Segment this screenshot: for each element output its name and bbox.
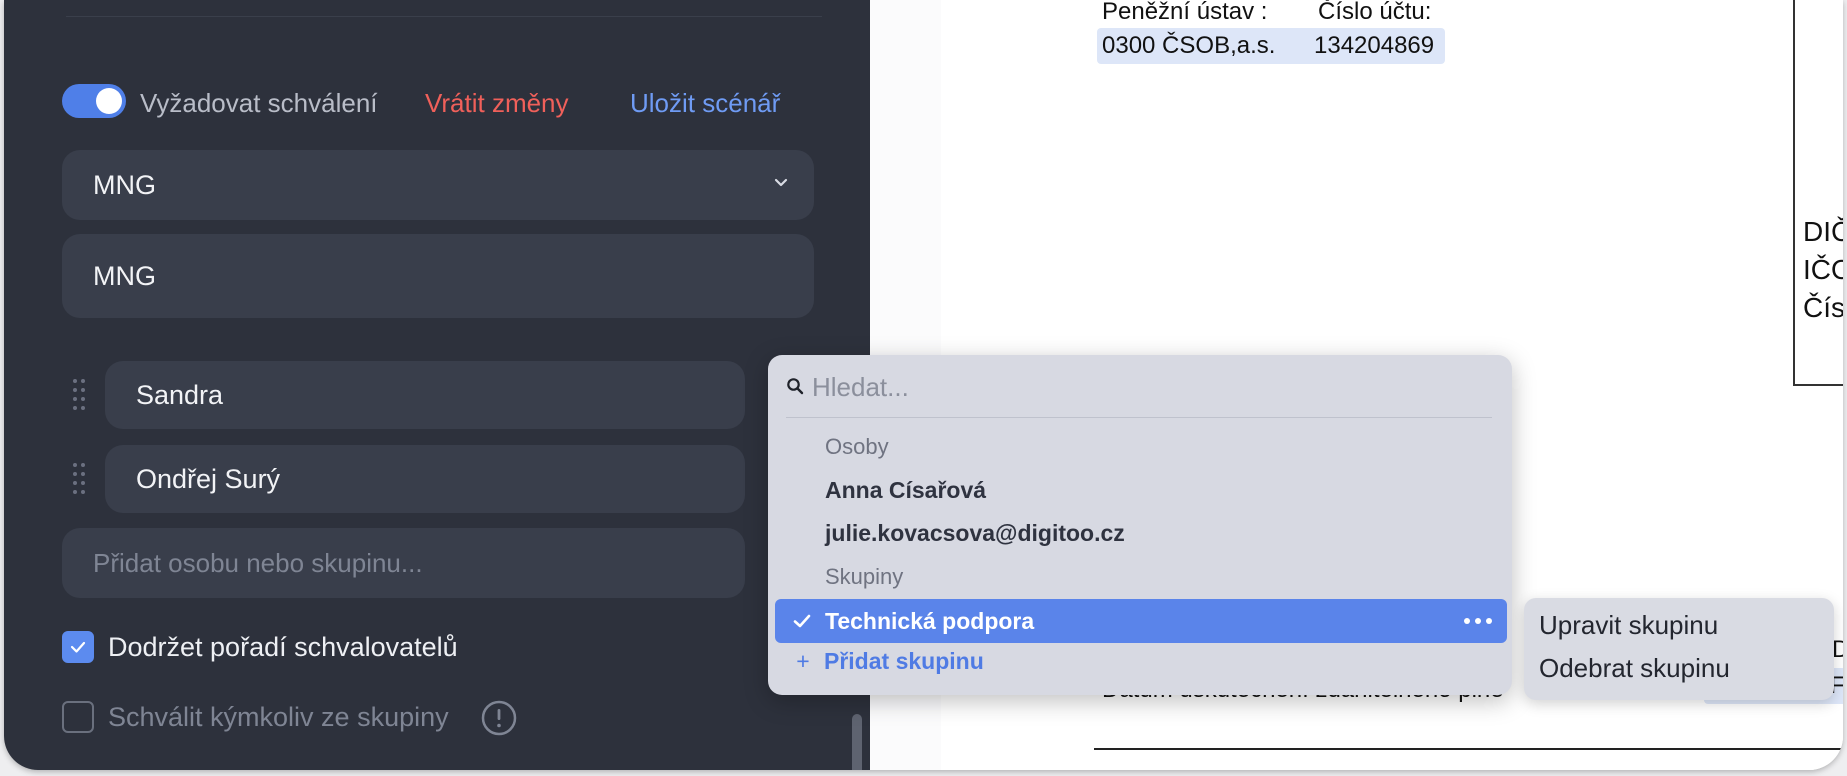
add-group-label: Přidat skupinu [824, 648, 984, 674]
approver-item[interactable]: Sandra [105, 361, 745, 429]
app-window: Vyžadovat schválení Vrátit změny Uložit … [4, 0, 1843, 770]
people-group-label: Osoby [825, 434, 889, 459]
dic-label: DIČ [1803, 216, 1843, 247]
chevron-down-icon [774, 178, 788, 187]
bank-value: 0300 ČSOB,a.s. [1102, 32, 1276, 59]
scenario-name-value: MNG [93, 260, 156, 291]
checkmark-icon [793, 614, 811, 628]
group-option-selected[interactable]: Technická podpora [775, 599, 1507, 643]
group-option-label: Technická podpora [825, 608, 1035, 634]
scenario-select-value: MNG [93, 169, 156, 200]
more-options-icon[interactable] [1463, 611, 1493, 631]
account-header: Číslo účtu: [1318, 0, 1432, 25]
scenario-select[interactable]: MNG [62, 150, 814, 220]
scenario-name-input[interactable]: MNG [62, 234, 814, 318]
plus-icon: + [796, 648, 810, 674]
any-from-group-checkbox[interactable] [62, 701, 94, 733]
save-scenario-link[interactable]: Uložit scénář [630, 88, 780, 119]
keep-order-checkbox[interactable] [62, 631, 94, 663]
ico-label: IČO [1803, 254, 1843, 285]
approver-name: Sandra [136, 379, 224, 410]
approver-name: Ondřej Surý [136, 463, 281, 494]
info-icon[interactable] [480, 699, 518, 737]
remove-group-menu-item[interactable]: Odebrat skupinu [1539, 653, 1730, 684]
add-approver-input[interactable]: Přidat osobu nebo skupinu... [62, 528, 745, 598]
divider [786, 417, 1492, 418]
add-approver-placeholder: Přidat osobu nebo skupinu... [93, 547, 423, 578]
table-border [1793, 384, 1843, 386]
edit-group-menu-item[interactable]: Upravit skupinu [1539, 610, 1718, 641]
search-icon [787, 378, 804, 395]
divider [66, 16, 822, 17]
table-border [1793, 0, 1795, 386]
require-approval-toggle[interactable] [62, 84, 126, 118]
search-input[interactable] [810, 367, 1454, 407]
groups-group-label: Skupiny [825, 564, 904, 589]
group-context-menu: Upravit skupinu Odebrat skupinu [1524, 598, 1834, 700]
approver-item[interactable]: Ondřej Surý [105, 445, 745, 513]
toggle-knob [96, 88, 122, 114]
approval-settings-panel: Vyžadovat schválení Vrátit změny Uložit … [4, 0, 870, 770]
person-option[interactable]: julie.kovacsova@digitoo.cz [825, 520, 1125, 547]
number-label: Čís [1803, 292, 1843, 323]
any-from-group-label: Schválit kýmkoliv ze skupiny [108, 702, 449, 732]
scrollbar-thumb[interactable] [852, 714, 862, 770]
drag-handle-icon[interactable] [72, 378, 86, 412]
keep-order-label: Dodržet pořadí schvalovatelů [108, 632, 458, 662]
checkmark-icon [70, 641, 86, 653]
require-approval-label: Vyžadovat schválení [140, 88, 378, 118]
drag-handle-icon[interactable] [72, 462, 86, 496]
bank-header: Peněžní ústav : [1102, 0, 1268, 25]
account-value: 134204869 [1314, 32, 1435, 59]
signature-line [1094, 748, 1843, 750]
add-group-button[interactable]: + Přidat skupinu [792, 648, 984, 675]
person-option[interactable]: Anna Císařová [825, 477, 986, 504]
approver-picker-dropdown: Osoby Anna Císařová julie.kovacsova@digi… [768, 355, 1512, 695]
revert-changes-link[interactable]: Vrátit změny [425, 88, 569, 119]
